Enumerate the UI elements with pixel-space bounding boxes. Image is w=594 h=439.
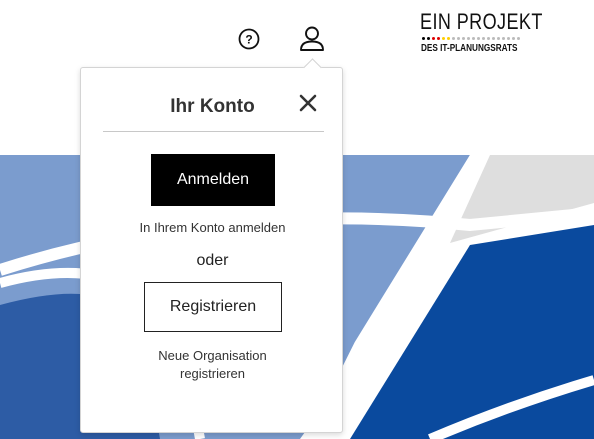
account-popup: Ihr Konto Anmelden In Ihrem Konto anmeld… (80, 58, 344, 433)
logo-line2: DES IT-PLANUNGSRATS (421, 43, 518, 54)
svg-text:?: ? (245, 33, 252, 47)
popup-divider (103, 131, 324, 132)
user-icon (300, 26, 324, 51)
or-separator: oder (196, 252, 229, 269)
question-circle-icon: ? (238, 28, 260, 50)
register-button[interactable]: Registrieren (144, 282, 282, 332)
popup-caret (303, 58, 322, 77)
login-hint: In Ihrem Konto anmelden (139, 220, 286, 235)
it-planungsrat-logo[interactable]: EIN PROJEKT DES IT-PLANUNGSRATS (420, 10, 550, 66)
close-button[interactable] (297, 92, 319, 114)
account-button[interactable] (295, 22, 329, 56)
help-button[interactable]: ? (232, 22, 266, 56)
register-hint-line2: registrieren (179, 366, 246, 381)
close-icon (299, 94, 317, 112)
register-hint: Neue Organisation registrieren (81, 347, 344, 383)
logo-dots (422, 37, 550, 40)
logo-line1: EIN PROJEKT (420, 9, 543, 34)
login-button[interactable]: Anmelden (151, 154, 275, 206)
register-hint-line1: Neue Organisation (158, 348, 267, 363)
